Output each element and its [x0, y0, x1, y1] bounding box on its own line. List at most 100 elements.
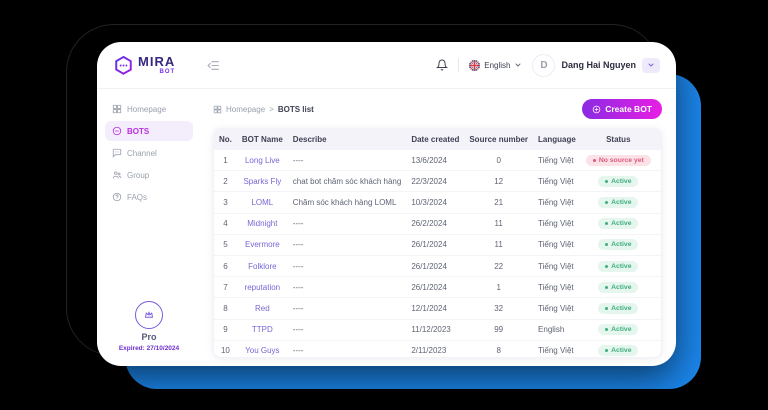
cell-language: Tiếng Việt: [533, 339, 581, 357]
user-name: Dang Hai Nguyen: [561, 60, 636, 70]
bell-icon: [436, 59, 449, 71]
create-bot-button[interactable]: Create BOT: [582, 99, 662, 119]
crown-icon: [135, 301, 163, 329]
cell-status: No source yet: [581, 150, 656, 171]
sidebar-toggle-icon[interactable]: [207, 59, 220, 72]
chevron-down-icon: [515, 63, 521, 67]
cell-no: 4: [214, 212, 237, 235]
cell-describe: ----: [287, 297, 407, 319]
sidebar-item-homepage[interactable]: Homepage: [105, 99, 193, 119]
status-label: Active: [611, 198, 632, 206]
cell-language: Tiếng Việt: [533, 254, 581, 277]
cell-date-created: 11/12/2023: [406, 318, 465, 341]
chevron-down-icon: [648, 63, 654, 67]
status-badge: Active: [598, 281, 639, 293]
bot-name-link[interactable]: You Guys: [236, 339, 288, 357]
cell-language: Tiếng Việt: [533, 170, 581, 192]
language-selector[interactable]: English: [469, 59, 522, 71]
notifications-button[interactable]: [436, 59, 449, 71]
cell-operation: ⋮: [655, 233, 661, 256]
cell-no: 9: [214, 318, 237, 341]
cell-date-created: 26/1/2024: [406, 233, 465, 256]
cell-status: Active: [580, 212, 656, 235]
user-menu[interactable]: D Dang Hai Nguyen: [532, 53, 660, 77]
bot-name-link[interactable]: Sparks Fly: [236, 170, 288, 192]
status-dot-icon: [605, 349, 609, 353]
brand-logo[interactable]: MIRA BOT: [113, 55, 175, 76]
table-row: 7 reputation ---- 26/1/2024 1 Tiếng Việt Activ…: [214, 276, 661, 298]
question-circle-icon: [112, 192, 122, 202]
grid-icon: [112, 104, 122, 114]
cell-describe: ----: [287, 276, 407, 298]
cell-language: English: [533, 318, 581, 341]
brand-hexagon-icon: [115, 55, 132, 75]
bot-hexagon-icon: [112, 126, 122, 136]
plus-circle-icon: [592, 105, 601, 113]
breadcrumb-current: BOTS list: [277, 104, 314, 114]
user-chevron-button[interactable]: [642, 57, 660, 73]
breadcrumb-homepage[interactable]: Homepage: [226, 105, 265, 114]
cell-language: Tiếng Việt: [533, 191, 581, 214]
bot-name-link[interactable]: Long Live: [237, 150, 288, 171]
cell-source-number: 22: [464, 254, 534, 277]
sidebar-item-bots[interactable]: BOTS: [105, 121, 193, 141]
chat-bubble-icon: [112, 148, 122, 158]
breadcrumb-separator: >: [269, 104, 274, 114]
sidebar-item-label: FAQs: [127, 192, 148, 202]
cell-source-number: 99: [464, 318, 534, 341]
bot-name-link[interactable]: Midnight: [236, 212, 288, 235]
cell-source-number: 21: [464, 191, 534, 214]
cell-language: Tiếng Việt: [533, 212, 581, 235]
status-label: Active: [611, 262, 632, 270]
topbar: MIRA BOT English D Dang Hai Nguyen: [97, 42, 676, 89]
brand-name: MIRA: [138, 54, 176, 69]
cell-operation: ⋮: [655, 254, 661, 277]
status-label: Active: [611, 220, 632, 228]
cell-language: Tiếng Việt: [533, 233, 581, 256]
cell-operation: ⋮: [655, 339, 661, 357]
sidebar-item-channel[interactable]: Channel: [105, 143, 193, 163]
bot-name-link[interactable]: reputation: [236, 276, 288, 298]
create-bot-label: Create BOT: [605, 104, 652, 114]
bot-name-link[interactable]: Folklore: [236, 254, 288, 277]
cell-language: Tiếng Việt: [533, 297, 581, 319]
cell-describe: ----: [292, 155, 304, 165]
sidebar-item-faqs[interactable]: FAQs: [105, 187, 193, 207]
cell-describe: ----: [287, 233, 407, 256]
status-badge: Active: [598, 239, 639, 251]
status-dot-icon: [592, 158, 596, 162]
bot-name-link[interactable]: Red: [236, 297, 288, 319]
status-badge: Active: [598, 175, 639, 187]
breadcrumb-home-icon: [213, 105, 222, 113]
table-row: 10 You Guys ---- 2/11/2023 8 Tiếng Việt Active…: [214, 339, 661, 357]
status-label: Active: [611, 177, 632, 185]
cell-status: Active: [580, 233, 656, 256]
cell-date-created: 2/11/2023: [406, 339, 465, 357]
status-label: No source yet: [598, 156, 644, 164]
users-icon: [112, 170, 122, 180]
table-row: 9TTPD----11/12/202399English Active ⋮: [214, 318, 661, 341]
cell-source-number: 1: [464, 276, 534, 298]
bot-name-link[interactable]: Evermore: [236, 233, 288, 256]
cell-status: Active: [580, 339, 656, 357]
cell-no: 3: [214, 191, 237, 214]
bot-name-link[interactable]: LOML: [236, 191, 288, 214]
status-dot-icon: [605, 328, 609, 332]
table-row: 2 Sparks Fly chat bot chăm sóc khách hàng 2…: [214, 170, 661, 192]
sidebar-item-group[interactable]: Group: [105, 165, 193, 185]
status-badge: Active: [598, 324, 639, 336]
language-label: English: [484, 60, 511, 70]
breadcrumb: Homepage > BOTS list: [213, 105, 314, 114]
table-row: 3 LOML Chăm sóc khách hàng LOML 10/3/2024 21…: [214, 191, 661, 214]
status-dot-icon: [605, 222, 609, 226]
cell-status: Active: [580, 276, 656, 298]
cell-date-created: 26/1/2024: [406, 254, 465, 277]
cell-language: Tiếng Việt: [538, 155, 574, 165]
avatar: D: [532, 53, 556, 77]
sidebar-item-label: BOTS: [127, 126, 150, 136]
status-dot-icon: [605, 264, 609, 268]
cell-no: 10: [214, 339, 237, 357]
cell-source-number: 12: [464, 170, 534, 192]
bot-name-link[interactable]: TTPD: [236, 318, 288, 341]
status-label: Active: [611, 304, 632, 312]
